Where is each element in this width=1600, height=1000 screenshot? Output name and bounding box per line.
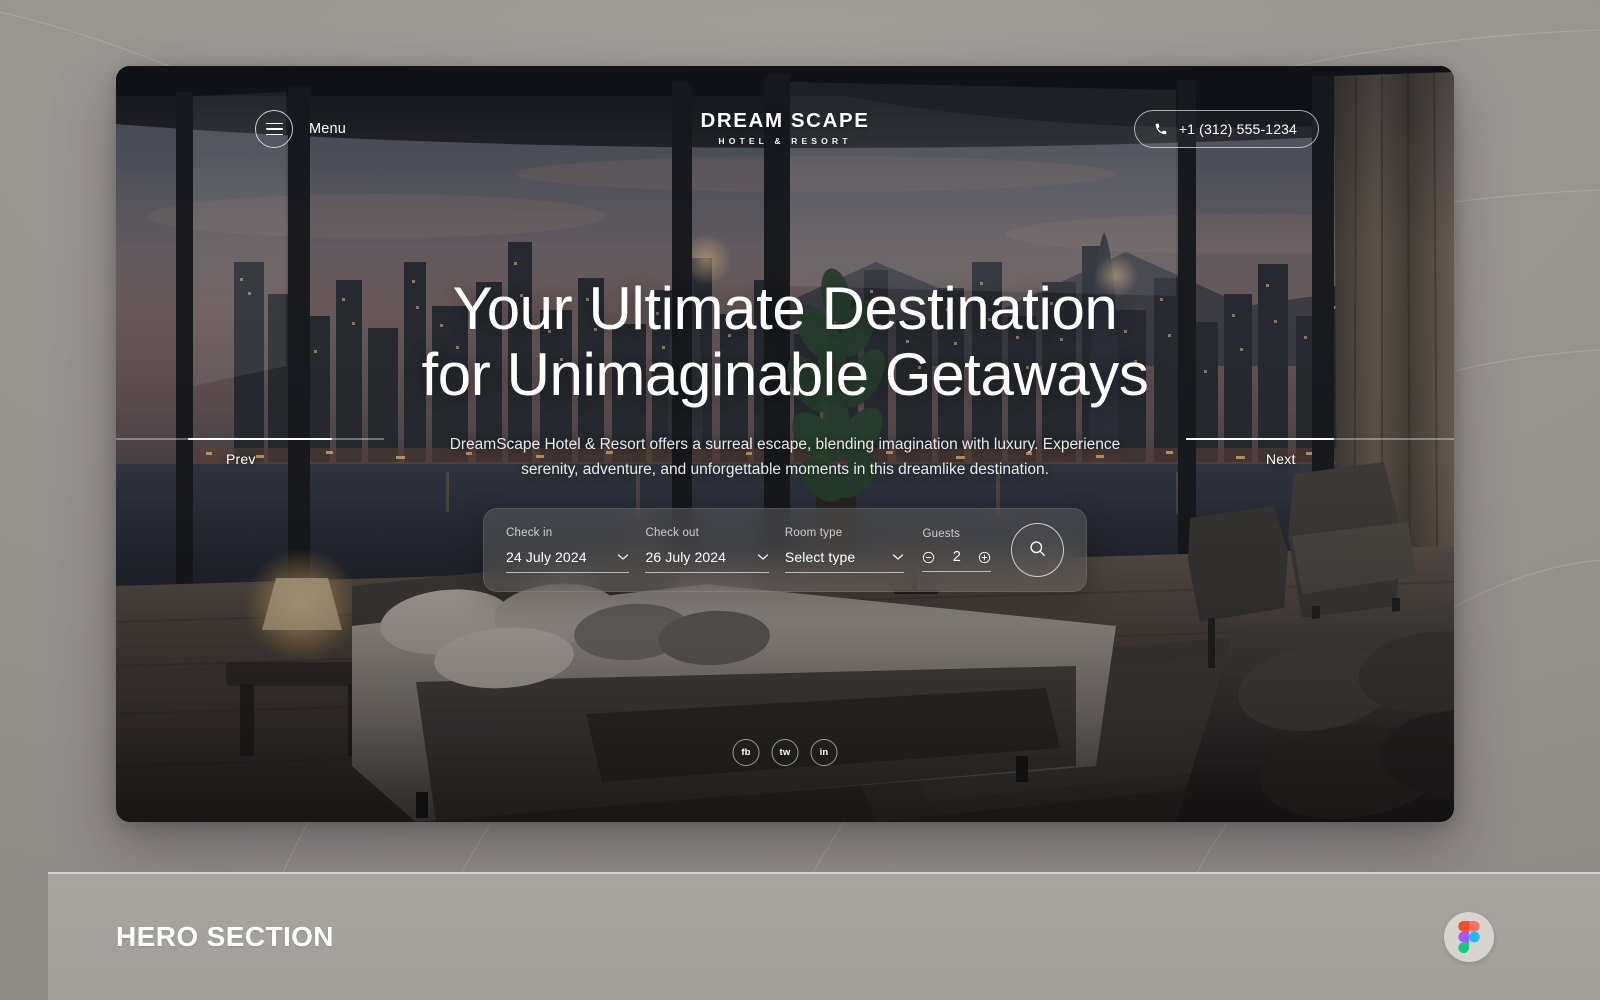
slider-next-progress <box>1186 438 1334 440</box>
slider-next-button[interactable]: Next <box>1186 438 1454 467</box>
phone-icon <box>1154 122 1168 136</box>
plus-circle-icon[interactable] <box>978 551 991 564</box>
booking-bar: Check in 24 July 2024 Check out 26 July … <box>483 508 1087 592</box>
slider-prev-label: Prev <box>226 451 256 467</box>
chevron-down-icon <box>617 548 629 566</box>
menu-label: Menu <box>309 121 347 137</box>
figma-logo-icon[interactable] <box>1444 912 1494 962</box>
minus-circle-icon[interactable] <box>922 551 935 564</box>
slider-prev-track[interactable] <box>116 438 384 440</box>
page-title: Your Ultimate Destination for Unimaginab… <box>266 276 1304 408</box>
checkin-label: Check in <box>506 527 553 539</box>
search-button[interactable] <box>1011 523 1064 577</box>
chevron-down-icon <box>757 548 769 566</box>
headline-line-1: Your Ultimate Destination <box>452 275 1118 342</box>
footer-bar: HERO SECTION <box>48 872 1600 1000</box>
roomtype-select[interactable]: Select type <box>784 548 905 573</box>
checkin-select[interactable]: 24 July 2024 <box>506 548 630 573</box>
hero-card: Menu DREAM SCAPE HOTEL & RESORT +1 (312)… <box>116 66 1454 822</box>
roomtype-label: Room type <box>784 527 843 539</box>
footer-section-title: HERO SECTION <box>116 921 334 952</box>
slider-prev-progress <box>188 438 332 440</box>
slider-next-label: Next <box>1266 451 1296 467</box>
checkin-field[interactable]: Check in 24 July 2024 <box>506 527 630 573</box>
hamburger-icon[interactable] <box>255 110 293 148</box>
guests-stepper[interactable]: 2 <box>922 549 992 572</box>
social-link-facebook[interactable]: fb <box>732 739 760 766</box>
menu-button[interactable]: Menu <box>255 110 346 148</box>
checkout-select[interactable]: 26 July 2024 <box>645 548 769 573</box>
search-icon <box>1028 539 1047 561</box>
social-links: fb tw in <box>732 739 838 766</box>
checkout-label: Check out <box>645 527 700 539</box>
social-link-linkedin[interactable]: in <box>810 739 838 766</box>
hero-header: Menu DREAM SCAPE HOTEL & RESORT +1 (312)… <box>116 66 1454 190</box>
brand-name: DREAM SCAPE <box>700 109 870 132</box>
slider-prev-button[interactable]: Prev <box>116 438 384 467</box>
social-link-twitter[interactable]: tw <box>771 739 799 766</box>
brand-subtitle: HOTEL & RESORT <box>718 135 852 146</box>
phone-button[interactable]: +1 (312) 555-1234 <box>1133 110 1319 148</box>
checkin-value: 24 July 2024 <box>506 549 587 565</box>
hero-subheadline: DreamScape Hotel & Resort offers a surre… <box>449 436 1121 479</box>
guests-label: Guests <box>922 528 961 540</box>
guests-count: 2 <box>952 549 961 565</box>
roomtype-value: Select type <box>784 549 856 565</box>
slider-next-track[interactable] <box>1186 438 1454 440</box>
roomtype-field[interactable]: Room type Select type <box>784 527 905 573</box>
chevron-down-icon <box>892 548 904 566</box>
checkout-field[interactable]: Check out 26 July 2024 <box>645 527 769 573</box>
headline-line-2: for Unimaginable Getaways <box>421 341 1149 408</box>
brand-logo[interactable]: DREAM SCAPE HOTEL & RESORT <box>700 110 869 146</box>
guests-field[interactable]: Guests 2 <box>922 528 992 572</box>
phone-number-label: +1 (312) 555-1234 <box>1178 121 1297 137</box>
checkout-value: 26 July 2024 <box>645 549 727 565</box>
